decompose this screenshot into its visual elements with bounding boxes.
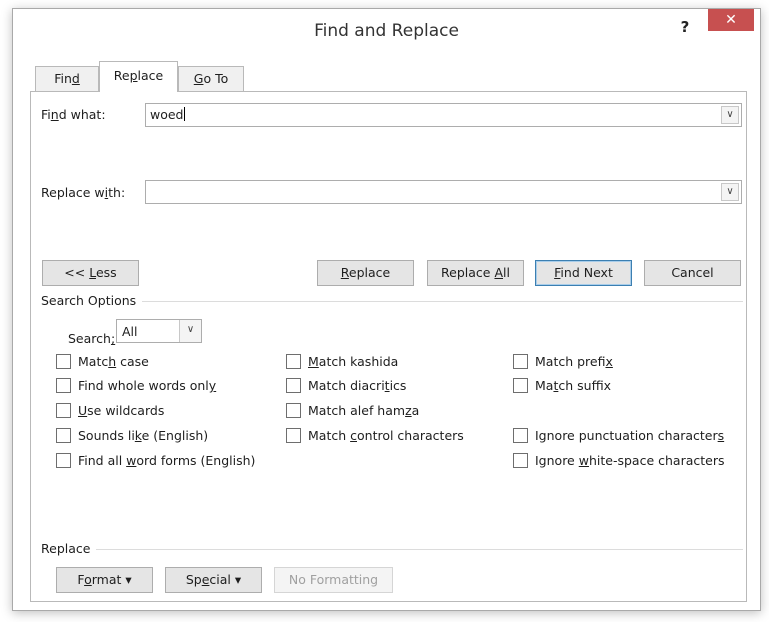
replace-all-button[interactable]: Replace All xyxy=(427,260,524,286)
find-history-dropdown[interactable]: ∨ xyxy=(721,106,739,124)
tab-goto-accelerator: G xyxy=(193,71,204,86)
search-direction-select[interactable]: All ∨ xyxy=(116,319,202,343)
checkbox-box[interactable] xyxy=(286,378,301,393)
find-what-input[interactable]: woed ∨ xyxy=(145,103,742,127)
search-direction-label: Search; xyxy=(68,331,116,346)
find-next-button[interactable]: Find Next xyxy=(535,260,632,286)
chevron-down-icon: ∨ xyxy=(726,186,734,197)
tab-panel xyxy=(30,91,747,602)
title-bar: Find and Replace ? ✕ xyxy=(13,9,760,53)
close-button[interactable]: ✕ xyxy=(708,9,754,31)
search-options-heading: Search Options xyxy=(41,293,143,308)
checkbox-box[interactable] xyxy=(56,403,71,418)
chevron-down-icon: ∨ xyxy=(186,324,195,335)
special-menu-button[interactable]: Special ▾ xyxy=(165,567,262,593)
checkbox-box[interactable] xyxy=(513,428,528,443)
checkbox-box[interactable] xyxy=(56,428,71,443)
replace-button[interactable]: Replace xyxy=(317,260,414,286)
no-formatting-button[interactable]: No Formatting xyxy=(274,567,393,593)
chevron-down-icon: ∨ xyxy=(726,109,734,120)
tab-goto-label-end: o To xyxy=(203,71,229,86)
help-button[interactable]: ? xyxy=(672,15,698,39)
checkbox-box[interactable] xyxy=(513,378,528,393)
checkbox-box[interactable] xyxy=(286,403,301,418)
tab-replace-label-end: lace xyxy=(137,68,164,83)
close-icon: ✕ xyxy=(725,12,737,28)
format-menu-button[interactable]: Format ▾ xyxy=(56,567,153,593)
replace-with-label: Replace with: xyxy=(41,185,126,200)
text-cursor xyxy=(183,107,185,121)
search-direction-dropdown[interactable]: ∨ xyxy=(179,320,201,342)
tab-goto[interactable]: Go To xyxy=(178,66,244,92)
replace-section-divider xyxy=(41,549,743,550)
tab-replace-label: Re xyxy=(113,68,130,83)
search-direction-value: All xyxy=(122,324,138,339)
replace-history-dropdown[interactable]: ∨ xyxy=(721,183,739,201)
tab-replace[interactable]: Replace xyxy=(99,61,178,92)
dialog-title: Find and Replace xyxy=(314,21,459,41)
checkbox-box[interactable] xyxy=(56,378,71,393)
less-button[interactable]: << Less xyxy=(42,260,139,286)
find-what-value: woed xyxy=(150,107,184,122)
checkbox-box[interactable] xyxy=(286,354,301,369)
find-replace-dialog: Find and Replace ? ✕ Find Replace Go To … xyxy=(12,8,761,611)
cancel-button[interactable]: Cancel xyxy=(644,260,741,286)
replace-with-input[interactable]: ∨ xyxy=(145,180,742,204)
checkbox-box[interactable] xyxy=(286,428,301,443)
find-what-label: Find what: xyxy=(41,107,106,122)
checkbox-box[interactable] xyxy=(56,453,71,468)
tab-replace-accelerator: p xyxy=(129,68,138,83)
checkbox-box[interactable] xyxy=(513,453,528,468)
checkbox-box[interactable] xyxy=(56,354,71,369)
checkbox-box[interactable] xyxy=(513,354,528,369)
tab-find-label: Fin xyxy=(54,71,72,86)
tab-find-accelerator: d xyxy=(71,71,80,86)
replace-section-heading: Replace xyxy=(41,541,97,556)
search-options-divider xyxy=(41,301,743,302)
tab-find[interactable]: Find xyxy=(35,66,99,92)
